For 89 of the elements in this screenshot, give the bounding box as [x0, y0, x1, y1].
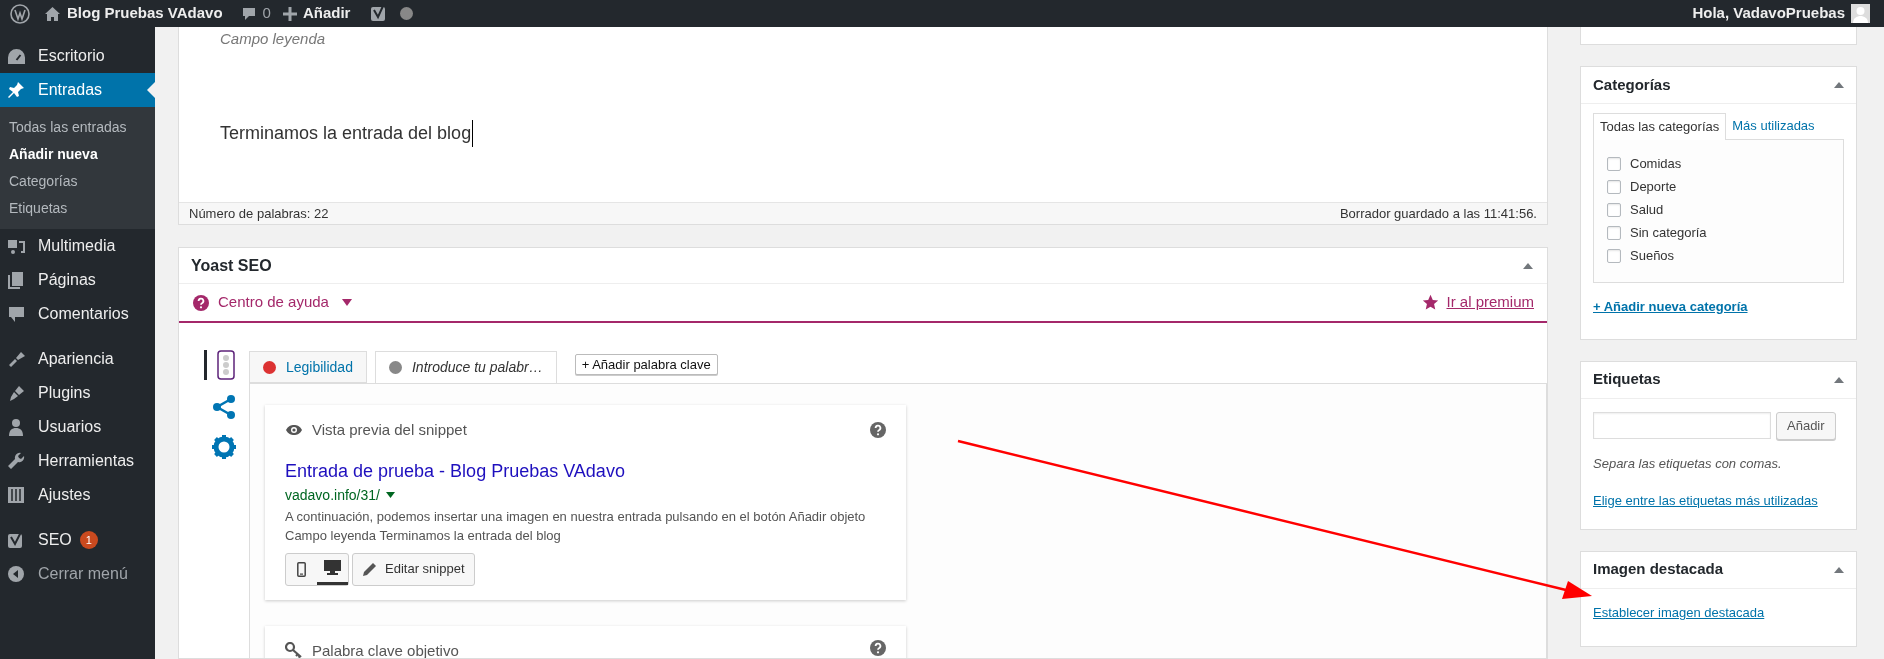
comment-icon: [7, 304, 26, 324]
checkbox[interactable]: [1607, 248, 1621, 263]
add-category-link[interactable]: + Añadir nueva categoría: [1593, 297, 1748, 317]
key-icon: [285, 641, 303, 658]
menu-item[interactable]: Multimedia: [0, 229, 155, 263]
wrench-icon: [7, 451, 26, 471]
collapse-menu-button[interactable]: Cerrar menú: [0, 557, 155, 591]
wordpress-logo-icon: [10, 3, 30, 24]
snippet-title: Entrada de prueba - Blog Pruebas VAdavo: [285, 459, 625, 483]
dashboard-icon: [7, 46, 26, 66]
settings-icon: [210, 434, 237, 460]
analysis-tab[interactable]: Legibilidad: [249, 351, 367, 383]
submenu-item[interactable]: Añadir nueva: [0, 141, 155, 168]
site-name[interactable]: Blog Pruebas VAdavo: [67, 2, 223, 25]
pencil-icon: [362, 561, 377, 577]
category-tab[interactable]: Más utilizadas: [1726, 113, 1821, 139]
checkbox-label: Sin categoría: [1630, 223, 1707, 242]
analysis-tab[interactable]: Introduce tu palabr…: [374, 351, 557, 384]
checkbox-label: Sueños: [1630, 246, 1675, 265]
home-icon: [44, 5, 61, 22]
greeting[interactable]: Hola, VadavoPruebas: [1692, 2, 1845, 25]
submenu-item[interactable]: Categorías: [0, 168, 155, 195]
status-dot-icon: [400, 7, 414, 20]
menu-item[interactable]: Escritorio: [0, 39, 155, 73]
star-icon: [1422, 294, 1440, 311]
hint-text: Separa las etiquetas con comas.: [1593, 454, 1782, 473]
comment-count[interactable]: 0: [262, 2, 271, 25]
premium-link[interactable]: Ir al premium: [1446, 291, 1534, 314]
tag-input[interactable]: [1593, 411, 1771, 439]
add-keyword-button[interactable]: + Añadir palabra clave: [574, 354, 718, 375]
caret-icon: [341, 299, 352, 306]
add-tag-button[interactable]: Añadir: [1776, 411, 1836, 440]
collapse-arrow-icon: [1834, 566, 1844, 573]
monitor-icon: [324, 560, 341, 575]
checkbox[interactable]: [1607, 225, 1621, 240]
draft-status: Borrador guardado a las 11:41:56.: [1339, 204, 1537, 223]
menu-item[interactable]: Comentarios: [0, 297, 155, 331]
checkbox-label: Salud: [1630, 200, 1664, 219]
pages-icon: [7, 270, 26, 290]
user-icon: [7, 417, 26, 437]
phone-icon: [297, 561, 306, 577]
avatar-icon: [1851, 4, 1870, 23]
category-tab[interactable]: Todas las categorías: [1593, 113, 1727, 140]
menu-pointer-icon: [147, 82, 155, 98]
menu-item[interactable]: Ajustes: [0, 478, 155, 512]
box-title: Yoast SEO: [191, 255, 272, 276]
paragraph-text: Terminamos la entrada del blog: [220, 119, 474, 147]
share-icon: [211, 394, 236, 420]
new-menu[interactable]: Añadir: [302, 2, 351, 25]
help-center-toggle[interactable]: Centro de ayuda: [193, 291, 352, 314]
collapse-arrow-icon: [1523, 262, 1533, 269]
box-title: Imagen destacada: [1593, 559, 1724, 580]
checkbox[interactable]: [1607, 156, 1621, 171]
set-featured-image-link[interactable]: Establecer imagen destacada: [1593, 602, 1765, 622]
image-caption: Campo leyenda: [220, 29, 326, 49]
menu-item[interactable]: Páginas: [0, 263, 155, 297]
metabox-tab[interactable]: [203, 350, 235, 380]
notification-badge: 1: [79, 531, 98, 549]
box-title: Categorías: [1593, 74, 1671, 95]
snippet-description: A continuación, podemos insertar una imagen en nuestra entrada pulsando en el botón Añadir objeto Campo leyenda Terminamos la entrada del blog: [285, 507, 867, 545]
collapse-arrow-icon: [1834, 82, 1844, 88]
plus-icon: [282, 6, 297, 21]
menu-item[interactable]: SEO 1: [0, 523, 155, 557]
menu-item[interactable]: Herramientas: [0, 444, 155, 478]
popular-tags-link[interactable]: Elige entre las etiquetas más utilizadas: [1593, 491, 1818, 511]
box-title: Etiquetas: [1593, 369, 1661, 390]
collapse-arrow-icon: [1834, 376, 1844, 383]
checkbox[interactable]: [1607, 202, 1621, 217]
help-icon: [193, 294, 209, 311]
menu-item[interactable]: Entradas: [0, 73, 155, 107]
checkbox-label: Comidas: [1630, 154, 1682, 173]
snippet-url: vadavo.info/31/: [285, 485, 380, 505]
section-heading: Vista previa del snippet: [312, 420, 467, 440]
edit-snippet-button[interactable]: Editar snippet: [352, 552, 475, 586]
submenu-item[interactable]: Todas las entradas: [0, 114, 155, 141]
pushpin-icon: [7, 80, 26, 100]
eye-icon: [285, 424, 303, 437]
menu-item[interactable]: Apariencia: [0, 342, 155, 376]
menu-item[interactable]: Plugins: [0, 376, 155, 410]
caret-icon: [385, 492, 395, 498]
section-heading: Palabra clave objetivo: [312, 640, 459, 658]
collapse-icon: [7, 564, 26, 584]
checkbox[interactable]: [1607, 179, 1621, 194]
word-count: Número de palabras: 22: [189, 204, 329, 223]
help-icon: [870, 422, 886, 439]
checkbox-label: Deporte: [1630, 177, 1677, 196]
comment-icon: [240, 5, 257, 22]
menu-item[interactable]: Usuarios: [0, 410, 155, 444]
submenu-item[interactable]: Etiquetas: [0, 195, 155, 222]
